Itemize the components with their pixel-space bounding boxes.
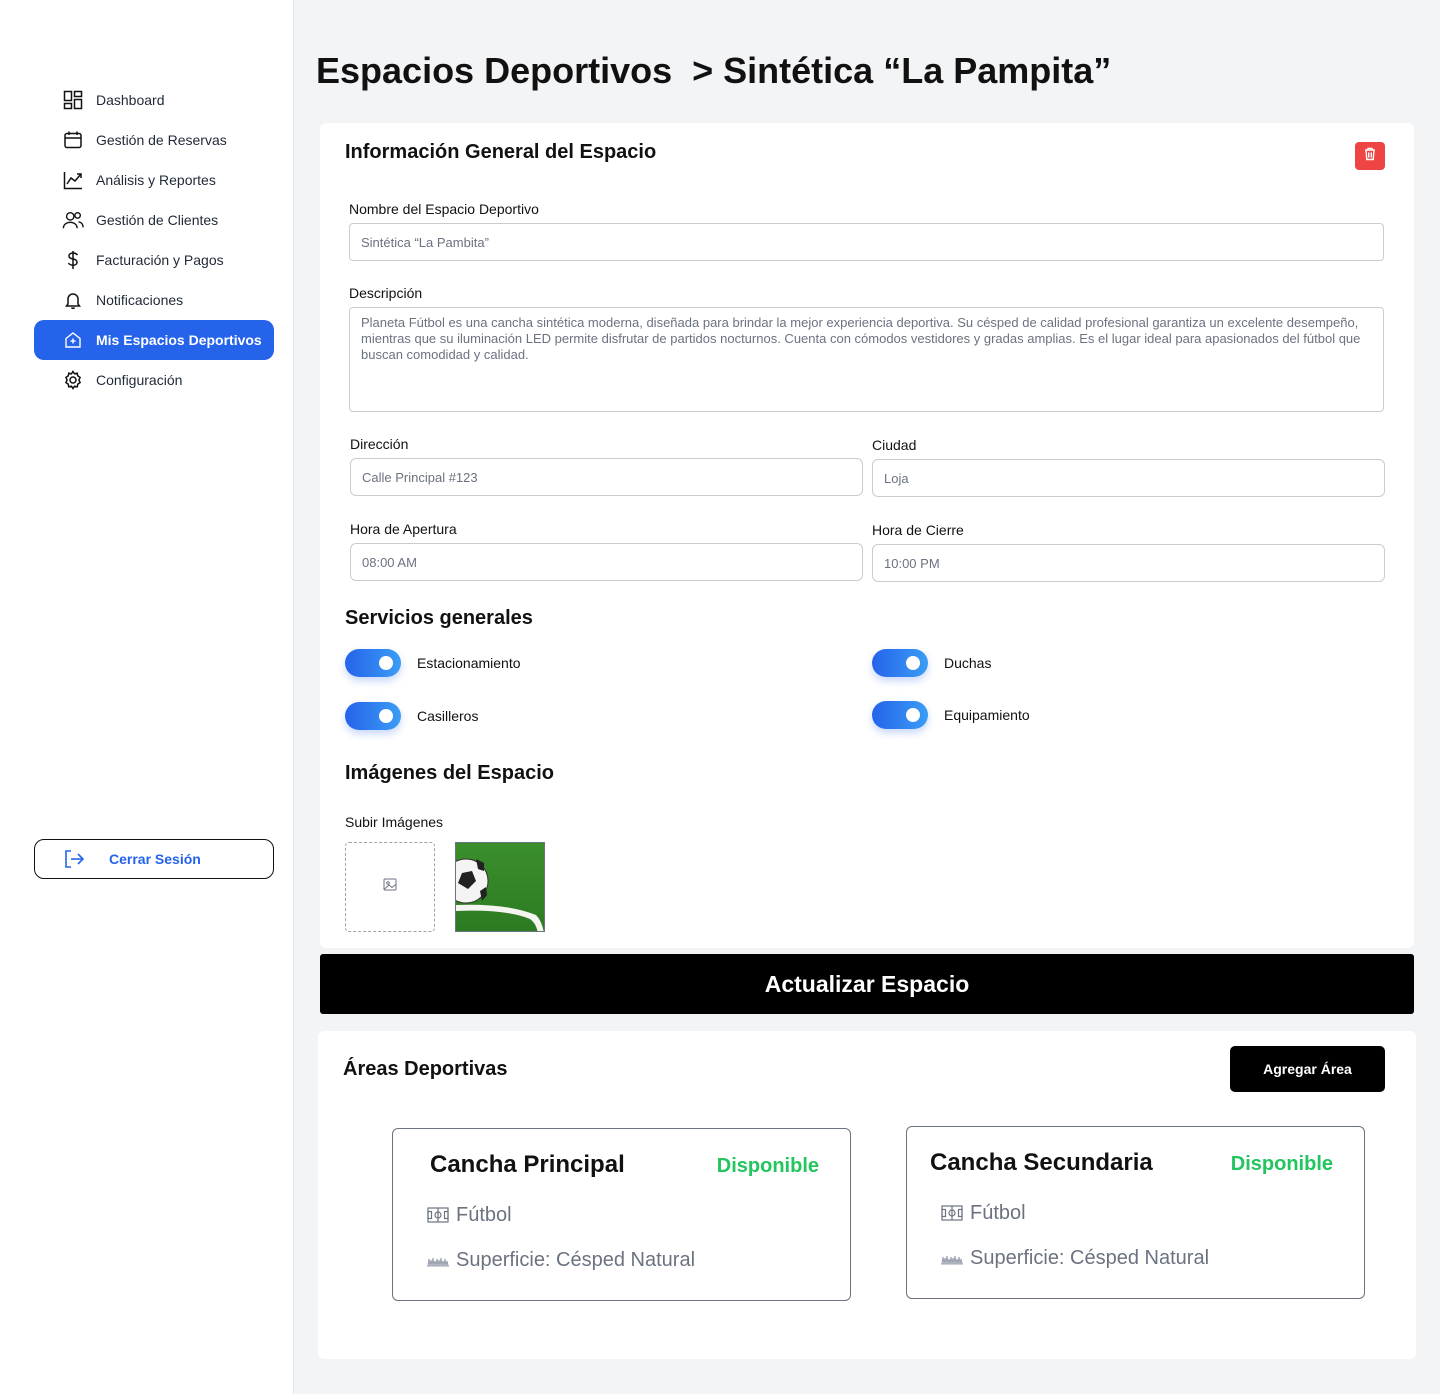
gear-icon	[62, 369, 84, 391]
area-card[interactable]: Cancha Secundaria Disponible Fútbol Supe…	[906, 1126, 1365, 1299]
open-time-field[interactable]: 08:00 AM	[350, 543, 863, 581]
logout-button[interactable]: Cerrar Sesión	[34, 839, 274, 879]
close-time-field[interactable]: 10:00 PM	[872, 544, 1385, 582]
soccer-field-icon	[940, 1201, 964, 1225]
sidebar-item-label: Dashboard	[96, 92, 165, 108]
breadcrumb: Espacios Deportivos > Sintética “La Pampit…	[316, 50, 1111, 92]
update-space-button[interactable]: Actualizar Espacio	[320, 954, 1414, 1014]
sidebar-item-label: Gestión de Clientes	[96, 212, 219, 228]
description-label: Descripción	[349, 285, 423, 301]
name-label: Nombre del Espacio Deportivo	[349, 201, 539, 217]
bell-icon	[62, 289, 84, 311]
dollar-icon	[62, 249, 84, 271]
lockers-label: Casilleros	[417, 708, 479, 724]
description-field[interactable]: Planeta Fútbol es una cancha sintética m…	[349, 307, 1384, 412]
parking-label: Estacionamiento	[417, 655, 521, 671]
users-icon	[62, 209, 84, 231]
general-info-card: Información General del Espacio Nombre d…	[320, 123, 1414, 948]
area-surface: Superficie: Césped Natural	[426, 1248, 695, 1272]
area-name: Cancha Secundaria	[930, 1149, 1153, 1176]
status-badge: Disponible	[1230, 1153, 1333, 1175]
sidebar-item-label: Mis Espacios Deportivos	[96, 332, 262, 348]
sidebar-item-label: Gestión de Reservas	[96, 132, 227, 148]
logout-label: Cerrar Sesión	[109, 851, 201, 867]
area-sport-label: Fútbol	[970, 1201, 1026, 1224]
toggle-knob	[379, 656, 393, 670]
area-sport-label: Fútbol	[456, 1203, 512, 1226]
area-sport: Fútbol	[940, 1201, 1026, 1225]
area-name: Cancha Principal	[430, 1151, 625, 1178]
sidebar-item-mis-espacios[interactable]: Mis Espacios Deportivos	[34, 320, 274, 360]
area-sport: Fútbol	[426, 1203, 512, 1227]
area-surface-label: Superficie: Césped Natural	[456, 1248, 696, 1271]
showers-label: Duchas	[944, 655, 992, 671]
home-plus-icon	[62, 329, 84, 351]
name-field[interactable]: Sintética “La Pambita”	[349, 223, 1384, 261]
sidebar-item-configuracion[interactable]: Configuración	[34, 360, 274, 400]
sidebar-item-notificaciones[interactable]: Notificaciones	[34, 280, 274, 320]
soccer-field-icon	[426, 1203, 450, 1227]
address-field[interactable]: Calle Principal #123	[350, 458, 863, 496]
equipment-label: Equipamiento	[944, 707, 1030, 723]
breadcrumb-current: Sintética “La Pampita”	[723, 50, 1112, 91]
close-time-label: Hora de Cierre	[872, 522, 964, 538]
image-icon	[383, 878, 397, 896]
upload-label: Subir Imágenes	[345, 814, 444, 830]
lockers-toggle[interactable]	[345, 702, 401, 730]
area-card[interactable]: Cancha Principal Disponible Fútbol Super…	[392, 1128, 851, 1301]
parking-toggle[interactable]	[345, 649, 401, 677]
sidebar-item-dashboard[interactable]: Dashboard	[34, 80, 274, 120]
sidebar-item-label: Configuración	[96, 372, 183, 388]
logout-icon	[63, 848, 85, 870]
general-info-title: Información General del Espacio	[345, 141, 657, 163]
image-upload-button[interactable]	[345, 842, 435, 932]
images-title: Imágenes del Espacio	[345, 762, 554, 784]
sidebar-item-label: Notificaciones	[96, 292, 184, 308]
sidebar-item-reportes[interactable]: Análisis y Reportes	[34, 160, 274, 200]
chart-line-icon	[62, 169, 84, 191]
grass-icon	[426, 1248, 450, 1272]
dashboard-icon	[62, 89, 84, 111]
sport-areas-card: Áreas Deportivas Agregar Área Cancha Pri…	[318, 1031, 1416, 1359]
open-time-label: Hora de Apertura	[350, 521, 457, 537]
sidebar-item-reservas[interactable]: Gestión de Reservas	[34, 120, 274, 160]
calendar-icon	[62, 129, 84, 151]
city-field[interactable]: Loja	[872, 459, 1385, 497]
sidebar-item-label: Análisis y Reportes	[96, 172, 216, 188]
space-image-thumbnail[interactable]	[455, 842, 545, 932]
add-area-button[interactable]: Agregar Área	[1230, 1046, 1385, 1092]
delete-space-button[interactable]	[1355, 142, 1385, 170]
toggle-knob	[379, 709, 393, 723]
city-label: Ciudad	[872, 437, 917, 453]
area-surface-label: Superficie: Césped Natural	[970, 1246, 1210, 1269]
sidebar-nav: Dashboard Gestión de Reservas Análisis y…	[34, 80, 274, 400]
sport-areas-title: Áreas Deportivas	[343, 1058, 508, 1080]
sidebar: Dashboard Gestión de Reservas Análisis y…	[0, 0, 294, 1394]
grass-icon	[940, 1246, 964, 1270]
toggle-knob	[906, 708, 920, 722]
toggle-knob	[906, 656, 920, 670]
services-title: Servicios generales	[345, 607, 533, 629]
address-label: Dirección	[350, 436, 409, 452]
area-surface: Superficie: Césped Natural	[940, 1246, 1209, 1270]
breadcrumb-separator: >	[692, 50, 714, 91]
sidebar-item-label: Facturación y Pagos	[96, 252, 224, 268]
sidebar-item-clientes[interactable]: Gestión de Clientes	[34, 200, 274, 240]
equipment-toggle[interactable]	[872, 701, 928, 729]
status-badge: Disponible	[716, 1155, 819, 1177]
breadcrumb-parent[interactable]: Espacios Deportivos	[316, 50, 672, 91]
showers-toggle[interactable]	[872, 649, 928, 677]
sidebar-item-facturacion[interactable]: Facturación y Pagos	[34, 240, 274, 280]
trash-icon	[1363, 147, 1377, 166]
